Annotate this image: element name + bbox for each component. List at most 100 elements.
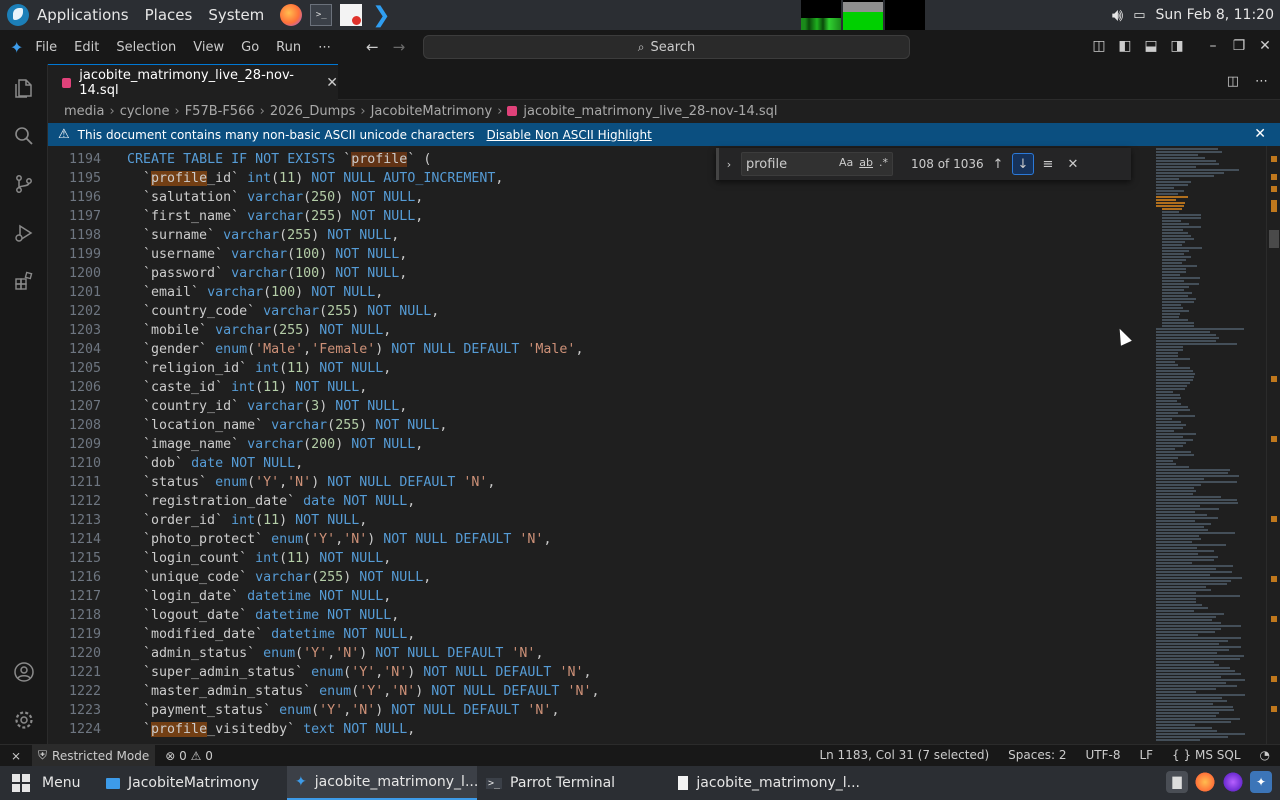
minimize-window-icon[interactable]: –: [1206, 38, 1220, 54]
code-line[interactable]: 1206 `caste_id` int(11) NOT NULL,: [48, 378, 1154, 397]
run-debug-icon[interactable]: [12, 221, 36, 245]
task-vscode[interactable]: ✦ jacobite_matrimony_l...: [287, 766, 478, 800]
code-line[interactable]: 1214 `photo_protect` enum('Y','N') NOT N…: [48, 530, 1154, 549]
code-editor[interactable]: 1194 CREATE TABLE IF NOT EXISTS `profile`…: [48, 146, 1154, 744]
code-line[interactable]: 1201 `email` varchar(100) NOT NULL,: [48, 283, 1154, 302]
customize-layout-icon[interactable]: ◫: [1092, 38, 1106, 54]
remote-indicator-icon[interactable]: ⨯: [0, 749, 32, 763]
clock[interactable]: Sun Feb 8, 11:20: [1156, 7, 1274, 23]
code-line[interactable]: 1208 `location_name` varchar(255) NOT NU…: [48, 416, 1154, 435]
menu-selection[interactable]: Selection: [116, 40, 176, 55]
vertical-scrollbar[interactable]: [1266, 146, 1280, 744]
code-line[interactable]: 1200 `password` varchar(100) NOT NULL,: [48, 264, 1154, 283]
menu-grid-icon[interactable]: [12, 774, 30, 792]
task-file-manager[interactable]: JacobiteMatrimony: [98, 766, 283, 800]
code-line[interactable]: 1203 `mobile` varchar(255) NOT NULL,: [48, 321, 1154, 340]
match-case-toggle[interactable]: Aa: [839, 156, 853, 169]
os-menu-places[interactable]: Places: [145, 6, 193, 24]
tray-purple-app-icon[interactable]: [1222, 771, 1244, 793]
os-menu-applications[interactable]: Applications: [37, 6, 129, 24]
encoding[interactable]: UTF-8: [1085, 748, 1120, 762]
code-line[interactable]: 1218 `logout_date` datetime NOT NULL,: [48, 606, 1154, 625]
notifications-bell-icon[interactable]: ◔: [1260, 748, 1270, 762]
breadcrumb-item[interactable]: 2026_Dumps: [270, 104, 356, 119]
menu-view[interactable]: View: [193, 40, 224, 55]
find-input[interactable]: profile Aa ab .*: [741, 152, 893, 176]
volume-icon[interactable]: 🔊︎: [1112, 5, 1123, 26]
code-line[interactable]: 1221 `super_admin_status` enum('Y','N') …: [48, 663, 1154, 682]
menu-run[interactable]: Run: [276, 40, 301, 55]
code-line[interactable]: 1196 `salutation` varchar(250) NOT NULL,: [48, 188, 1154, 207]
code-line[interactable]: 1197 `first_name` varchar(255) NOT NULL,: [48, 207, 1154, 226]
code-line[interactable]: 1211 `status` enum('Y','N') NOT NULL DEF…: [48, 473, 1154, 492]
language-mode[interactable]: { } MS SQL: [1172, 748, 1240, 762]
restricted-mode-badge[interactable]: ⛨ Restricted Mode: [32, 745, 156, 766]
previous-match-icon[interactable]: ↑: [987, 153, 1009, 175]
code-line[interactable]: 1198 `surname` varchar(255) NOT NULL,: [48, 226, 1154, 245]
breadcrumb-item[interactable]: media: [64, 104, 105, 119]
indentation[interactable]: Spaces: 2: [1008, 748, 1066, 762]
tab-close-icon[interactable]: ✕: [326, 75, 338, 91]
next-match-icon[interactable]: ↓: [1012, 153, 1034, 175]
extensions-icon[interactable]: [12, 269, 36, 293]
terminal-launcher-icon[interactable]: >_: [310, 4, 333, 26]
toggle-secondary-sidebar-icon[interactable]: ◨: [1170, 38, 1184, 54]
code-line[interactable]: 1222 `master_admin_status` enum('Y','N')…: [48, 682, 1154, 701]
code-line[interactable]: 1220 `admin_status` enum('Y','N') NOT NU…: [48, 644, 1154, 663]
split-editor-icon[interactable]: ◫: [1227, 74, 1239, 89]
source-control-icon[interactable]: [12, 172, 36, 196]
maximize-window-icon[interactable]: ❐: [1232, 38, 1246, 54]
tray-vscode-icon[interactable]: ✦: [1250, 771, 1272, 793]
scrollbar-thumb[interactable]: [1269, 230, 1279, 248]
os-menu-system[interactable]: System: [208, 6, 264, 24]
firefox-launcher-icon[interactable]: [280, 4, 303, 26]
close-find-icon[interactable]: ✕: [1062, 153, 1084, 175]
find-in-selection-icon[interactable]: ≡: [1037, 153, 1059, 175]
toggle-replace-chevron-icon[interactable]: ›: [719, 158, 739, 171]
code-line[interactable]: 1202 `country_code` varchar(255) NOT NUL…: [48, 302, 1154, 321]
code-line[interactable]: 1204 `gender` enum('Male','Female') NOT …: [48, 340, 1154, 359]
code-line[interactable]: 1207 `country_id` varchar(3) NOT NULL,: [48, 397, 1154, 416]
menu-edit[interactable]: Edit: [74, 40, 99, 55]
code-line[interactable]: 1215 `login_count` int(11) NOT NULL,: [48, 549, 1154, 568]
cursor-position[interactable]: Ln 1183, Col 31 (7 selected): [819, 748, 989, 762]
toggle-panel-icon[interactable]: ⬓: [1144, 38, 1158, 54]
nav-forward-icon[interactable]: →: [393, 38, 406, 56]
menu-go[interactable]: Go: [241, 40, 259, 55]
match-whole-word-toggle[interactable]: ab: [859, 156, 873, 169]
banner-close-icon[interactable]: ✕: [1254, 126, 1266, 142]
code-line[interactable]: 1210 `dob` date NOT NULL,: [48, 454, 1154, 473]
command-center-search[interactable]: ⌕ Search: [423, 35, 910, 59]
toggle-sidebar-icon[interactable]: ◧: [1118, 38, 1132, 54]
code-line[interactable]: 1216 `unique_code` varchar(255) NOT NULL…: [48, 568, 1154, 587]
explorer-icon[interactable]: [12, 76, 36, 100]
search-view-icon[interactable]: [12, 124, 36, 148]
text-editor-launcher-icon[interactable]: [340, 4, 363, 26]
menu-file[interactable]: File: [35, 40, 57, 55]
taskbar-menu[interactable]: Menu: [42, 775, 80, 791]
code-line[interactable]: 1212 `registration_date` date NOT NULL,: [48, 492, 1154, 511]
minimap[interactable]: [1154, 146, 1266, 744]
code-line[interactable]: 1219 `modified_date` datetime NOT NULL,: [48, 625, 1154, 644]
accounts-icon[interactable]: [12, 660, 36, 684]
code-line[interactable]: 1213 `order_id` int(11) NOT NULL,: [48, 511, 1154, 530]
task-terminal[interactable]: >_ Parrot Terminal: [478, 766, 668, 800]
code-line[interactable]: 1199 `username` varchar(100) NOT NULL,: [48, 245, 1154, 264]
task-text-editor[interactable]: jacobite_matrimony_l...: [670, 766, 860, 800]
use-regex-toggle[interactable]: .*: [879, 156, 888, 169]
menu-more[interactable]: ⋯: [318, 40, 331, 55]
display-icon[interactable]: ▭: [1133, 8, 1145, 23]
close-window-icon[interactable]: ✕: [1258, 38, 1272, 54]
breadcrumb-item[interactable]: JacobiteMatrimony: [371, 104, 493, 119]
manage-gear-icon[interactable]: [12, 708, 36, 732]
breadcrumb-item[interactable]: cyclone: [120, 104, 170, 119]
breadcrumb-item[interactable]: F57B-F566: [185, 104, 255, 119]
tray-firefox-icon[interactable]: [1194, 771, 1216, 793]
code-line[interactable]: 1209 `image_name` varchar(200) NOT NULL,: [48, 435, 1154, 454]
vscode-launcher-icon[interactable]: ❯: [370, 3, 392, 28]
code-line[interactable]: 1224 `profile_visitedby` text NOT NULL,: [48, 720, 1154, 739]
disable-highlight-link[interactable]: Disable Non ASCII Highlight: [487, 128, 652, 142]
tray-app-icon[interactable]: ▇: [1166, 771, 1188, 793]
code-line[interactable]: 1223 `payment_status` enum('Y','N') NOT …: [48, 701, 1154, 720]
code-line[interactable]: 1205 `religion_id` int(11) NOT NULL,: [48, 359, 1154, 378]
